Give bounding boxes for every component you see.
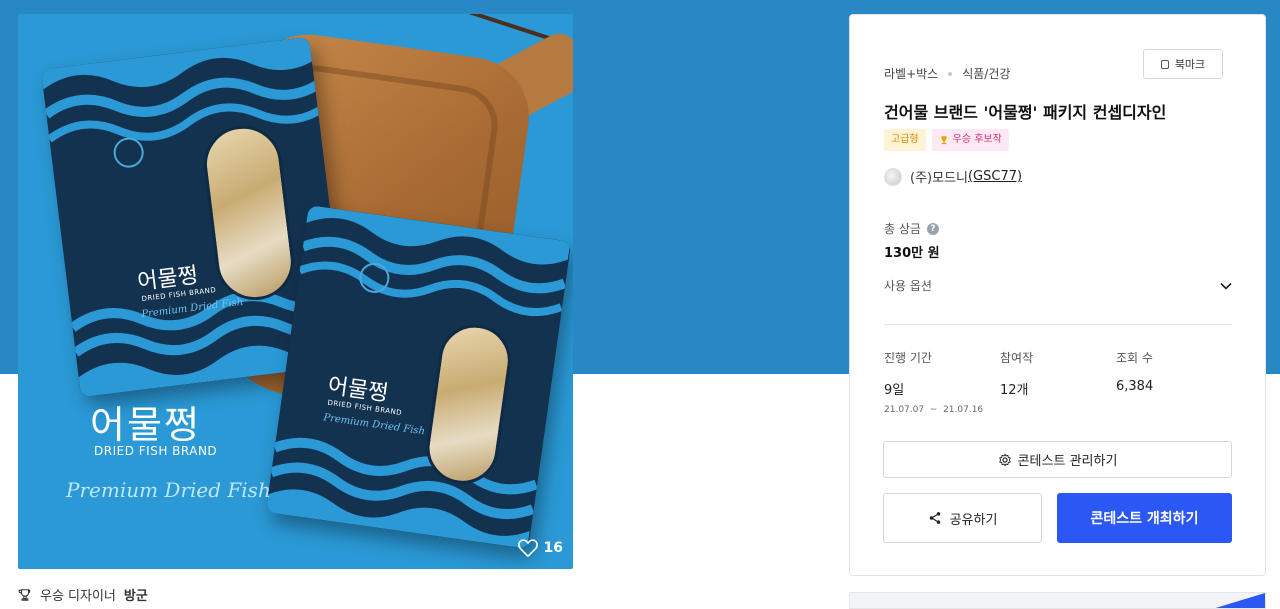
- company-avatar: [884, 167, 902, 186]
- badge-row: 고급형 우승 후보작: [884, 129, 1009, 151]
- company-link[interactable]: (GSC77): [968, 169, 1022, 184]
- share-label: 공유하기: [949, 512, 998, 528]
- prize-value: 130만 원: [884, 246, 940, 261]
- stat-label: 진행 기간: [884, 351, 932, 365]
- contest-stats: 진행 기간 9일 21.07.07 ~ 21.07.16 참여작 12개 조회 …: [884, 349, 1232, 415]
- brand-name: 어물쩡: [90, 403, 201, 447]
- bookmark-label: 북마크: [1174, 58, 1206, 71]
- winner-label: 우승 디자이너: [40, 589, 116, 604]
- trophy-icon: [941, 136, 947, 145]
- card-accent: [1209, 593, 1265, 608]
- prize-label-text: 총 상금: [884, 222, 921, 236]
- share-button[interactable]: 공유하기: [883, 493, 1042, 543]
- product-image[interactable]: 어물쩡 DRIED FISH BRAND Premium Dried Fish …: [18, 14, 573, 569]
- usage-options-label: 사용 옵션: [884, 279, 932, 293]
- help-icon[interactable]: ?: [926, 222, 939, 235]
- stat-date-range: 21.07.07 ~ 21.07.16: [884, 405, 984, 415]
- designer-name[interactable]: 방군: [124, 585, 148, 604]
- stat-label: 조회 수: [1116, 351, 1153, 365]
- award-badge-label: 우승 후보작: [952, 134, 1002, 145]
- brand-script: Premium Dried Fish: [66, 478, 271, 502]
- package-pouch-front: 어물쩡 DRIED FISH BRAND Premium Dried Fish: [265, 205, 572, 549]
- manage-contest-button[interactable]: 콘테스트 관리하기: [883, 441, 1232, 478]
- breadcrumb: 라벨+박스 식품/건강: [884, 65, 1010, 82]
- share-icon: [929, 512, 940, 524]
- like-count: 16: [543, 540, 563, 556]
- contest-info-panel: 라벨+박스 식품/건강 북마크 건어물 브랜드 '어물쩡' 패키지 컨셉디자인 …: [849, 14, 1266, 576]
- stat-entries: 참여작 12개: [1000, 349, 1116, 415]
- breadcrumb-subcategory[interactable]: 식품/건강: [962, 65, 1010, 82]
- company-info: (주)모드니 (GSC77): [884, 167, 1022, 186]
- gear-icon: [998, 453, 1011, 466]
- winner-designer: 우승 디자이너 방군: [18, 585, 148, 604]
- usage-options-toggle[interactable]: 사용 옵션: [884, 277, 1232, 294]
- like-button[interactable]: 16: [517, 539, 563, 557]
- stat-value: 6,384: [1116, 379, 1154, 394]
- breadcrumb-category[interactable]: 라벨+박스: [884, 65, 938, 82]
- stat-value: 12개: [1000, 383, 1029, 398]
- brand-tagline: DRIED FISH BRAND: [94, 444, 218, 458]
- chevron-down-icon: [1220, 282, 1232, 290]
- contest-title: 건어물 브랜드 '어물쩡' 패키지 컨셉디자인: [884, 103, 1167, 122]
- breadcrumb-separator: [948, 71, 953, 76]
- bookmark-icon: [1160, 59, 1169, 69]
- grade-badge: 고급형: [884, 129, 926, 151]
- stat-views: 조회 수 6,384: [1116, 349, 1232, 415]
- award-badge: 우승 후보작: [931, 129, 1009, 151]
- next-section-card: [849, 592, 1266, 609]
- wave-pattern: [265, 205, 571, 549]
- heart-icon: [517, 539, 538, 557]
- manage-contest-label: 콘테스트 관리하기: [1017, 454, 1118, 469]
- bookmark-button[interactable]: 북마크: [1143, 49, 1223, 79]
- trophy-icon: [18, 588, 31, 601]
- company-name: (주)모드니: [910, 171, 968, 186]
- prize-label: 총 상금 ?: [884, 220, 939, 237]
- host-contest-button[interactable]: 콘테스트 개최하기: [1057, 493, 1232, 543]
- stat-duration: 진행 기간 9일 21.07.07 ~ 21.07.16: [884, 349, 1000, 415]
- stat-value: 9일: [884, 383, 905, 398]
- divider: [884, 324, 1232, 325]
- stat-label: 참여작: [1000, 351, 1034, 365]
